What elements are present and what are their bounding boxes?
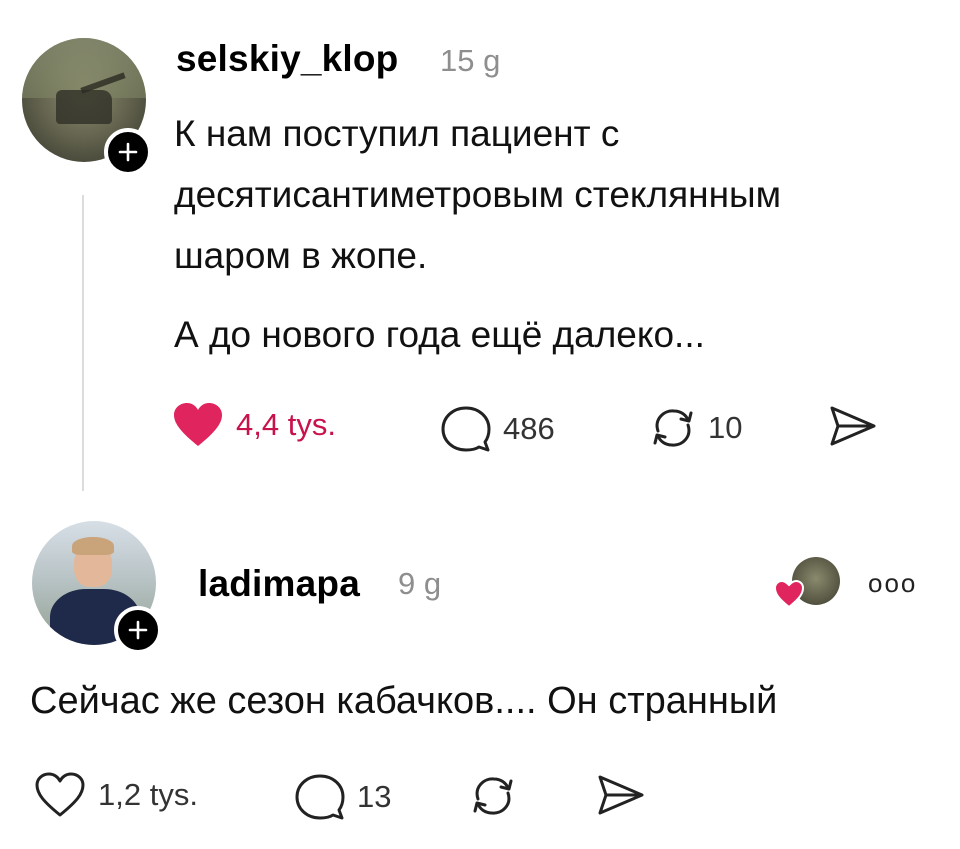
post-text: К нам поступил пациент с десятисантиметр… bbox=[174, 103, 781, 286]
avatar-hair-shape bbox=[72, 537, 114, 555]
reply-username[interactable]: ladimapa bbox=[198, 563, 360, 605]
repost-button[interactable]: 10 bbox=[650, 405, 742, 451]
repost-button[interactable] bbox=[470, 773, 516, 819]
liked-by-author-indicator bbox=[774, 557, 840, 613]
heart-filled-icon bbox=[174, 403, 222, 446]
share-button[interactable] bbox=[828, 404, 878, 448]
post-text-paragraph: А до нового года ещё далеко... bbox=[174, 314, 705, 355]
speech-bubble-icon bbox=[441, 406, 491, 452]
post-time: 15 g bbox=[440, 43, 501, 78]
share-button[interactable] bbox=[596, 773, 646, 817]
repost-icon bbox=[473, 777, 513, 815]
reply-text: Сейчас же сезон кабачков.... Он странный bbox=[30, 680, 778, 722]
post-text-line: шаром в жопе. bbox=[174, 235, 428, 276]
heart-filled-icon bbox=[774, 579, 804, 609]
paper-plane-icon bbox=[598, 775, 644, 815]
speech-bubble-icon bbox=[295, 774, 345, 820]
post-text-line: К нам поступил пациент с bbox=[174, 113, 620, 154]
plus-icon bbox=[128, 620, 148, 640]
follow-button[interactable] bbox=[114, 606, 162, 654]
reply-time: 9 g bbox=[398, 566, 442, 601]
repost-count: 10 bbox=[708, 410, 743, 445]
post-text-line: десятисантиметровым стеклянным bbox=[174, 174, 782, 215]
like-button[interactable]: 4,4 tys. bbox=[172, 402, 336, 448]
author-username[interactable]: selskiy_klop bbox=[176, 38, 399, 80]
more-options-button[interactable]: ooo bbox=[868, 568, 917, 599]
comment-button[interactable]: 13 bbox=[295, 773, 391, 821]
heart-outline-icon bbox=[35, 772, 85, 817]
comment-button[interactable]: 486 bbox=[441, 405, 555, 453]
follow-button[interactable] bbox=[104, 128, 152, 176]
plus-icon bbox=[118, 142, 138, 162]
comment-count: 13 bbox=[357, 779, 392, 814]
thread-line bbox=[82, 195, 84, 491]
like-count: 4,4 tys. bbox=[236, 407, 336, 442]
like-button[interactable]: 1,2 tys. bbox=[34, 772, 198, 818]
comment-count: 486 bbox=[503, 411, 555, 446]
paper-plane-icon bbox=[830, 406, 876, 446]
repost-icon bbox=[653, 409, 693, 447]
like-count: 1,2 tys. bbox=[98, 777, 198, 812]
avatar-tank-shape bbox=[56, 90, 112, 124]
